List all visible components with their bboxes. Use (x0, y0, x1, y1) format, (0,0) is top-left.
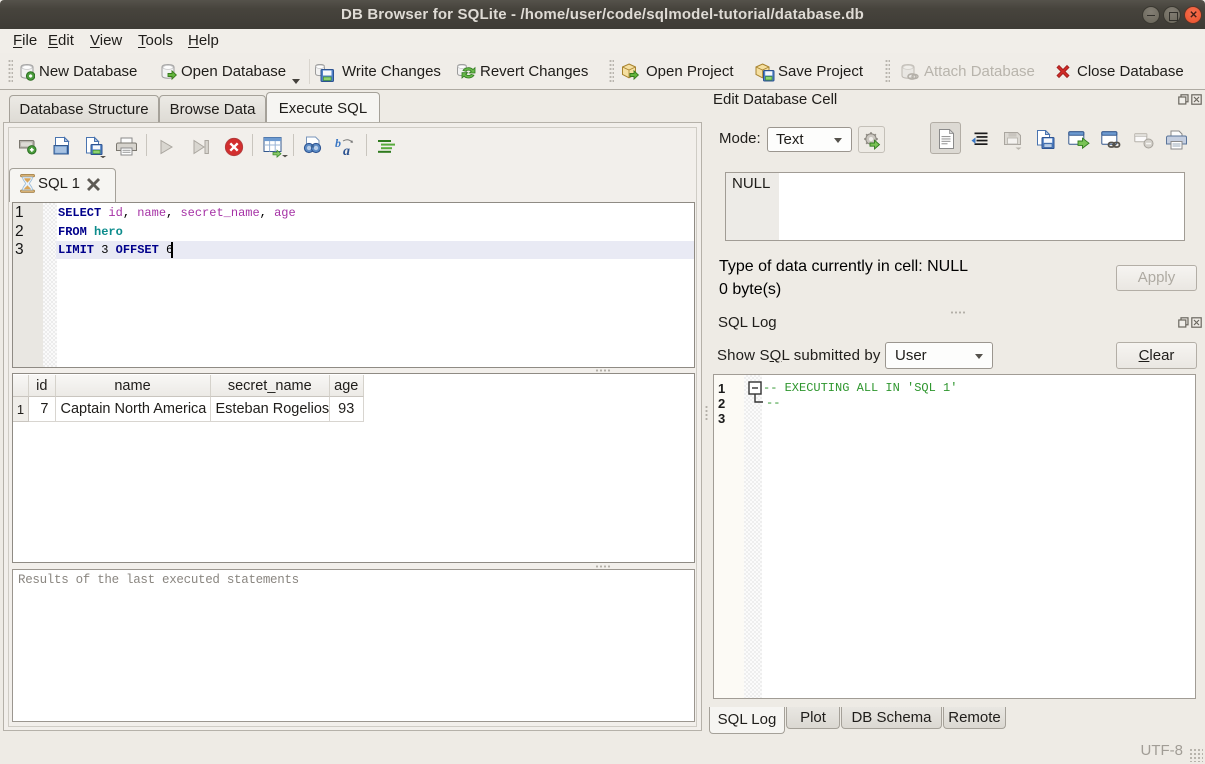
svg-text:b: b (335, 137, 341, 150)
svg-text:a: a (343, 144, 350, 157)
